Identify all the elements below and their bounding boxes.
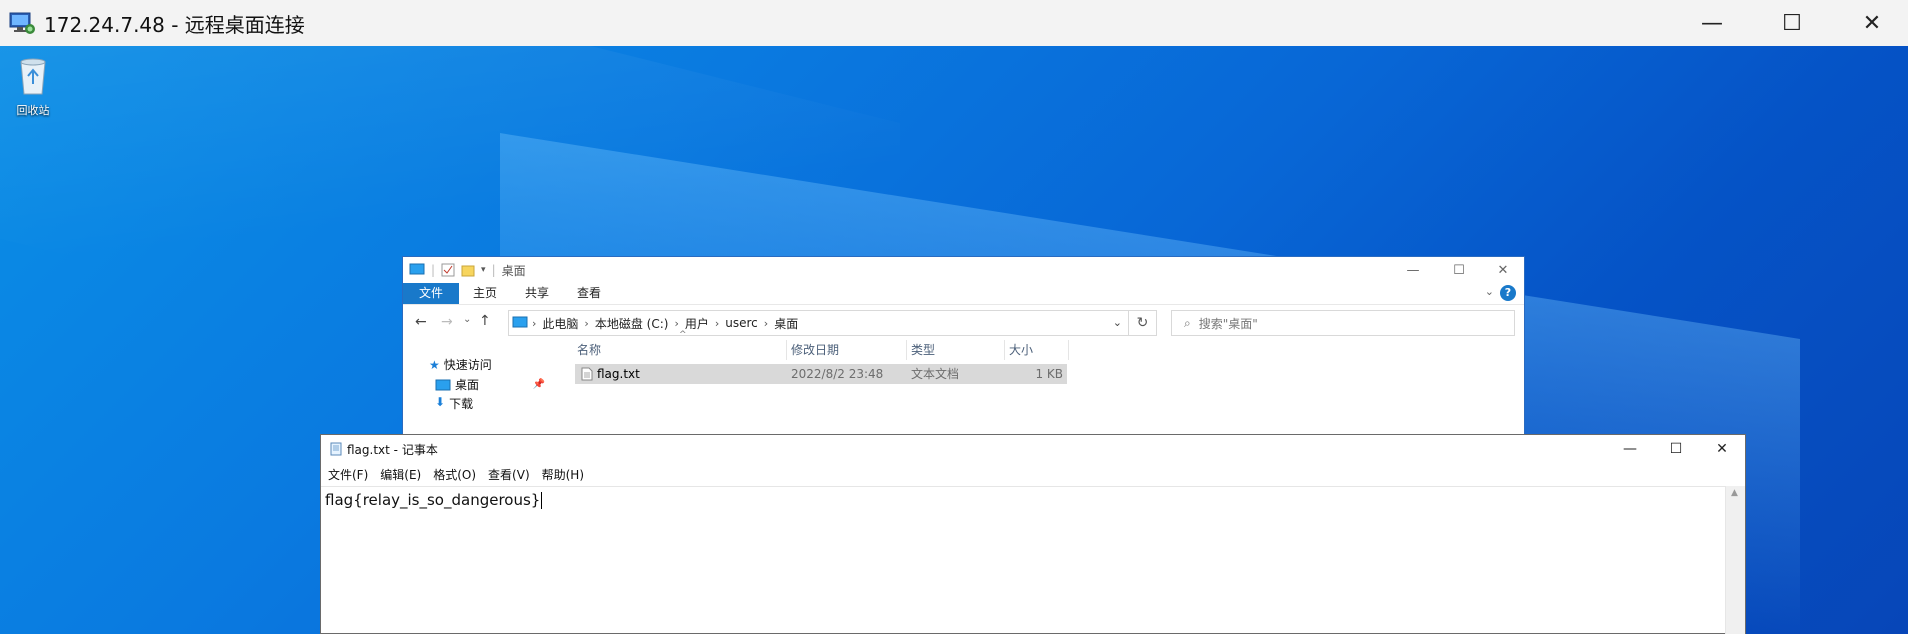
notepad-titlebar: flag.txt - 记事本 — ☐ ✕	[321, 435, 1745, 463]
notepad-menubar: 文件(F) 编辑(E) 格式(O) 查看(V) 帮助(H)	[321, 463, 1745, 485]
nav-item-downloads[interactable]: ⬇ 下载	[435, 395, 545, 411]
download-arrow-icon: ⬇	[435, 395, 446, 409]
close-icon: ✕	[1716, 441, 1728, 457]
search-icon: ⌕	[1184, 315, 1191, 330]
file-name: flag.txt	[597, 367, 640, 381]
rdp-minimize-button[interactable]: —	[1672, 0, 1752, 46]
computer-icon	[409, 263, 425, 275]
menu-view[interactable]: 查看(V)	[488, 466, 530, 483]
explorer-navigation-bar: ← → ⌄ ↑ › 此电脑 › 本地磁盘 (C:) › 用户 › userc ›…	[403, 304, 1524, 340]
breadcrumb-users[interactable]: 用户	[685, 315, 709, 332]
notepad-window: flag.txt - 记事本 — ☐ ✕ 文件(F) 编辑(E) 格式(O) 查…	[320, 434, 1746, 634]
tab-share[interactable]: 共享	[511, 283, 563, 304]
star-icon: ★	[429, 357, 440, 372]
close-icon: ✕	[1497, 262, 1509, 278]
explorer-close-button[interactable]: ✕	[1480, 257, 1526, 283]
breadcrumb-desktop[interactable]: 桌面	[774, 315, 798, 332]
breadcrumb-separator-icon: ›	[714, 316, 720, 330]
column-header-name[interactable]: 名称	[575, 340, 787, 360]
breadcrumb-userc[interactable]: userc	[725, 316, 758, 330]
sort-ascending-icon: ^	[679, 330, 687, 340]
recent-locations-chevron-icon[interactable]: ⌄	[463, 314, 471, 325]
nav-item-label: 下载	[449, 397, 474, 411]
column-header-modified[interactable]: 修改日期	[787, 340, 907, 360]
rdp-titlebar: 172.24.7.48 - 远程桌面连接 — ☐ ✕	[0, 0, 1908, 46]
menu-file[interactable]: 文件(F)	[328, 466, 368, 483]
file-size: 1 KB	[1035, 367, 1063, 381]
text-caret	[541, 492, 543, 509]
notepad-minimize-button[interactable]: —	[1607, 435, 1653, 463]
notepad-close-button[interactable]: ✕	[1699, 435, 1745, 463]
rdp-window-title: 172.24.7.48 - 远程桌面连接	[44, 12, 305, 37]
menu-help[interactable]: 帮助(H)	[542, 466, 584, 483]
nav-quick-access[interactable]: ★ 快速访问	[429, 356, 492, 373]
remote-desktop: 回收站 | ▾ | 桌面 — ☐ ✕ 文件 主页 共享 查看 ⌄ ? ← → ⌄…	[0, 46, 1908, 634]
recycle-bin-shortcut[interactable]: 回收站	[8, 54, 58, 118]
explorer-ribbon: 文件 主页 共享 查看 ⌄ ?	[403, 283, 1524, 304]
refresh-button[interactable]: ↻	[1129, 310, 1157, 336]
computer-icon	[512, 316, 528, 328]
maximize-icon: ☐	[1453, 262, 1465, 278]
recycle-bin-icon	[20, 58, 46, 95]
tab-file[interactable]: 文件	[403, 283, 460, 304]
column-header-size[interactable]: 大小	[1005, 340, 1069, 360]
back-arrow-icon[interactable]: ←	[415, 314, 427, 330]
notepad-icon	[330, 442, 342, 456]
explorer-titlebar: | ▾ | 桌面 — ☐ ✕	[403, 257, 1524, 283]
address-history-chevron-icon[interactable]: ⌄	[1113, 316, 1122, 329]
breadcrumb-local-disk[interactable]: 本地磁盘 (C:)	[595, 315, 669, 332]
minimize-icon: —	[1623, 441, 1637, 457]
refresh-icon: ↻	[1136, 315, 1149, 331]
recycle-bin-label: 回收站	[16, 104, 50, 117]
explorer-minimize-button[interactable]: —	[1390, 257, 1436, 283]
breadcrumb-separator-icon: ›	[532, 316, 537, 330]
menu-edit[interactable]: 编辑(E)	[380, 466, 421, 483]
desktop-folder-icon	[435, 379, 451, 390]
nav-item-desktop[interactable]: 桌面 📌	[435, 376, 545, 393]
notepad-text-area[interactable]: flag{relay_is_so_dangerous}	[321, 486, 1725, 634]
close-icon: ✕	[1862, 10, 1882, 36]
breadcrumb-separator-icon: ›	[584, 316, 589, 330]
file-type: 文本文档	[911, 367, 960, 381]
text-file-icon	[581, 367, 593, 381]
nav-item-label: 桌面	[455, 378, 480, 392]
help-icon[interactable]: ?	[1500, 285, 1516, 301]
file-modified: 2022/8/2 23:48	[791, 367, 884, 381]
nav-quick-access-label: 快速访问	[443, 358, 492, 372]
breadcrumb-separator-icon: ›	[763, 316, 769, 330]
new-folder-icon[interactable]	[461, 263, 475, 277]
menu-format[interactable]: 格式(O)	[433, 466, 476, 483]
breadcrumb-separator-icon: ›	[674, 316, 679, 330]
rdp-close-button[interactable]: ✕	[1832, 0, 1908, 46]
expand-ribbon-chevron-icon[interactable]: ⌄	[1485, 285, 1494, 298]
properties-icon[interactable]	[441, 263, 455, 277]
remote-desktop-icon	[8, 10, 36, 36]
up-arrow-icon[interactable]: ↑	[479, 313, 491, 329]
table-row[interactable]: flag.txt 2022/8/2 23:48 文本文档 1 KB	[575, 364, 1067, 384]
notepad-maximize-button[interactable]: ☐	[1653, 435, 1699, 463]
search-box[interactable]: ⌕ 搜索"桌面"	[1171, 310, 1515, 336]
column-header-type[interactable]: 类型	[907, 340, 1005, 360]
minimize-icon: —	[1406, 262, 1420, 278]
pin-icon: 📌	[532, 379, 545, 390]
address-bar[interactable]: › 此电脑 › 本地磁盘 (C:) › 用户 › userc › 桌面 ⌄	[508, 310, 1129, 336]
tab-home[interactable]: 主页	[459, 283, 511, 304]
minimize-icon: —	[1701, 10, 1723, 36]
vertical-scrollbar[interactable]: ▲	[1725, 486, 1745, 634]
breadcrumb-this-pc[interactable]: 此电脑	[542, 315, 578, 332]
forward-arrow-icon[interactable]: →	[441, 314, 453, 330]
customize-toolbar-chevron-icon[interactable]: ▾	[481, 265, 486, 275]
search-placeholder: 搜索"桌面"	[1198, 316, 1258, 331]
explorer-maximize-button[interactable]: ☐	[1436, 257, 1482, 283]
maximize-icon: ☐	[1782, 10, 1802, 36]
rdp-maximize-button[interactable]: ☐	[1752, 0, 1832, 46]
maximize-icon: ☐	[1669, 441, 1683, 457]
notepad-window-title: flag.txt - 记事本	[347, 442, 438, 457]
tab-view[interactable]: 查看	[563, 283, 615, 304]
explorer-window-title: 桌面	[501, 263, 526, 278]
scroll-up-icon[interactable]: ▲	[1731, 488, 1738, 498]
notepad-content: flag{relay_is_so_dangerous}	[325, 491, 541, 509]
quick-access-toolbar: | ▾ |	[409, 263, 496, 277]
